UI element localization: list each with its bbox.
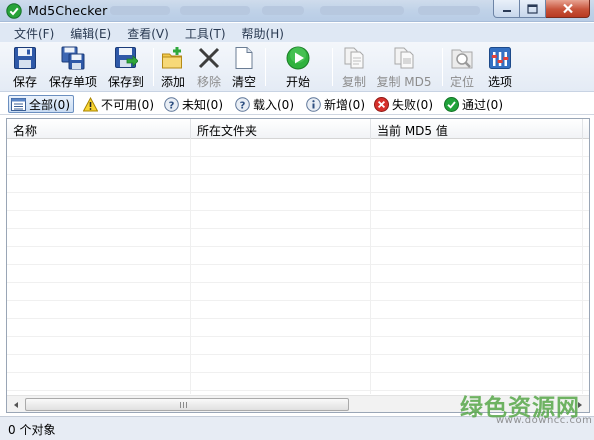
blurred-title-fragment [418, 6, 480, 15]
file-list[interactable]: 名称 所在文件夹 当前 MD5 值 [6, 118, 590, 413]
floppy-disk-icon [14, 47, 36, 69]
toolbar: 保存 保存单项 保存到 添加 移除 清空 开始 复制 复制 MD5 定位 选项 [0, 42, 594, 92]
play-icon [286, 46, 310, 70]
filter-unavailable[interactable]: 不可用(0) [83, 95, 154, 113]
filter-passed[interactable]: 通过(0) [444, 95, 503, 113]
toolbar-separator [265, 48, 266, 86]
filter-all-label: 全部(0) [29, 97, 70, 112]
menu-view[interactable]: 查看(V) [119, 23, 177, 42]
add-label: 添加 [160, 75, 185, 89]
save-label: 保存 [12, 75, 37, 89]
list-icon [11, 97, 26, 111]
menu-help[interactable]: 帮助(H) [234, 23, 292, 42]
scroll-left-button[interactable] [8, 397, 24, 412]
save-button[interactable]: 保存 [10, 46, 40, 90]
filter-loaded-label: 载入(0) [253, 97, 294, 112]
column-divider [370, 139, 371, 394]
options-button[interactable]: 选项 [485, 46, 515, 90]
options-icon [489, 47, 511, 69]
filter-unknown[interactable]: ? 未知(0) [164, 95, 223, 113]
menu-edit[interactable]: 编辑(E) [62, 23, 119, 42]
blurred-title-fragment [262, 6, 304, 15]
window-controls [493, 0, 590, 18]
svg-text:?: ? [240, 100, 246, 111]
options-label: 选项 [487, 75, 512, 89]
copy-md5-label: 复制 MD5 [376, 75, 432, 89]
locate-label: 定位 [449, 75, 474, 89]
toolbar-separator [332, 48, 333, 86]
passed-icon [444, 96, 459, 112]
save-to-icon [115, 47, 138, 68]
blurred-title-fragment [320, 6, 404, 15]
toolbar-separator [442, 48, 443, 86]
blank-document-icon [235, 47, 253, 69]
loaded-icon: ? [235, 96, 250, 112]
copy-md5-button[interactable]: 复制 MD5 [374, 46, 434, 90]
save-item-label: 保存单项 [48, 75, 97, 89]
filter-new[interactable]: 新增(0) [306, 95, 365, 113]
watermark-url: www.downcc.com [496, 415, 593, 426]
remove-label: 移除 [196, 75, 221, 89]
copy-md5-icon [394, 47, 414, 69]
svg-text:?: ? [169, 100, 175, 111]
info-icon [306, 96, 321, 112]
floppy-disks-icon [61, 46, 85, 70]
title-bar: Md5Checker [0, 0, 594, 22]
column-divider [190, 139, 191, 394]
save-to-button[interactable]: 保存到 [106, 46, 146, 90]
locate-icon [451, 49, 473, 69]
filter-unknown-label: 未知(0) [182, 97, 223, 112]
arrow-left-icon [14, 401, 18, 408]
filter-unavailable-label: 不可用(0) [101, 97, 154, 112]
save-to-label: 保存到 [107, 75, 144, 89]
filter-loaded[interactable]: ? 载入(0) [235, 95, 294, 113]
column-header-folder[interactable]: 所在文件夹 [191, 119, 371, 139]
scrollbar-thumb[interactable] [25, 398, 349, 411]
filter-all[interactable]: 全部(0) [8, 95, 74, 113]
check-app-icon [6, 3, 22, 19]
filter-bar: 全部(0) 不可用(0) ? 未知(0) ? 载入(0) 新增(0) 失败(0)… [0, 93, 594, 115]
maximize-icon [527, 3, 538, 14]
copy-label: 复制 [341, 75, 366, 89]
failed-icon [374, 96, 389, 112]
clear-button[interactable]: 清空 [229, 46, 259, 90]
window-title: Md5Checker [28, 3, 108, 18]
menu-tools[interactable]: 工具(T) [177, 23, 234, 42]
scrollbar-grip [180, 402, 188, 408]
copy-button[interactable]: 复制 [340, 46, 368, 90]
minimize-icon [502, 9, 511, 12]
filter-new-label: 新增(0) [324, 97, 365, 112]
close-button[interactable] [546, 0, 590, 18]
remove-x-icon [198, 47, 220, 69]
column-headers: 名称 所在文件夹 当前 MD5 值 [7, 119, 589, 139]
column-header-name[interactable]: 名称 [7, 119, 191, 139]
save-item-button[interactable]: 保存单项 [47, 46, 99, 90]
clear-label: 清空 [231, 75, 256, 89]
warning-icon [83, 96, 98, 111]
maximize-button[interactable] [520, 0, 546, 18]
column-header-overflow[interactable] [583, 119, 589, 139]
menu-bar: 文件(F) 编辑(E) 查看(V) 工具(T) 帮助(H) [0, 23, 594, 42]
column-divider [582, 139, 583, 394]
unknown-icon: ? [164, 96, 179, 112]
locate-button[interactable]: 定位 [447, 46, 477, 90]
column-header-md5[interactable]: 当前 MD5 值 [371, 119, 583, 139]
toolbar-separator [153, 48, 154, 86]
status-object-count: 0 个对象 [8, 423, 56, 437]
add-folder-icon [162, 47, 182, 69]
filter-passed-label: 通过(0) [462, 97, 503, 112]
remove-button[interactable]: 移除 [194, 46, 224, 90]
blurred-title-fragment [110, 6, 170, 15]
minimize-button[interactable] [493, 0, 520, 18]
blurred-title-fragment [180, 6, 250, 15]
start-label: 开始 [285, 75, 310, 89]
start-button[interactable]: 开始 [282, 46, 314, 90]
add-button[interactable]: 添加 [158, 46, 188, 90]
filter-failed-label: 失败(0) [392, 97, 433, 112]
list-grid [7, 139, 589, 394]
copy-icon [344, 47, 364, 69]
close-icon [562, 3, 573, 14]
filter-failed[interactable]: 失败(0) [374, 95, 433, 113]
menu-file[interactable]: 文件(F) [6, 23, 62, 42]
